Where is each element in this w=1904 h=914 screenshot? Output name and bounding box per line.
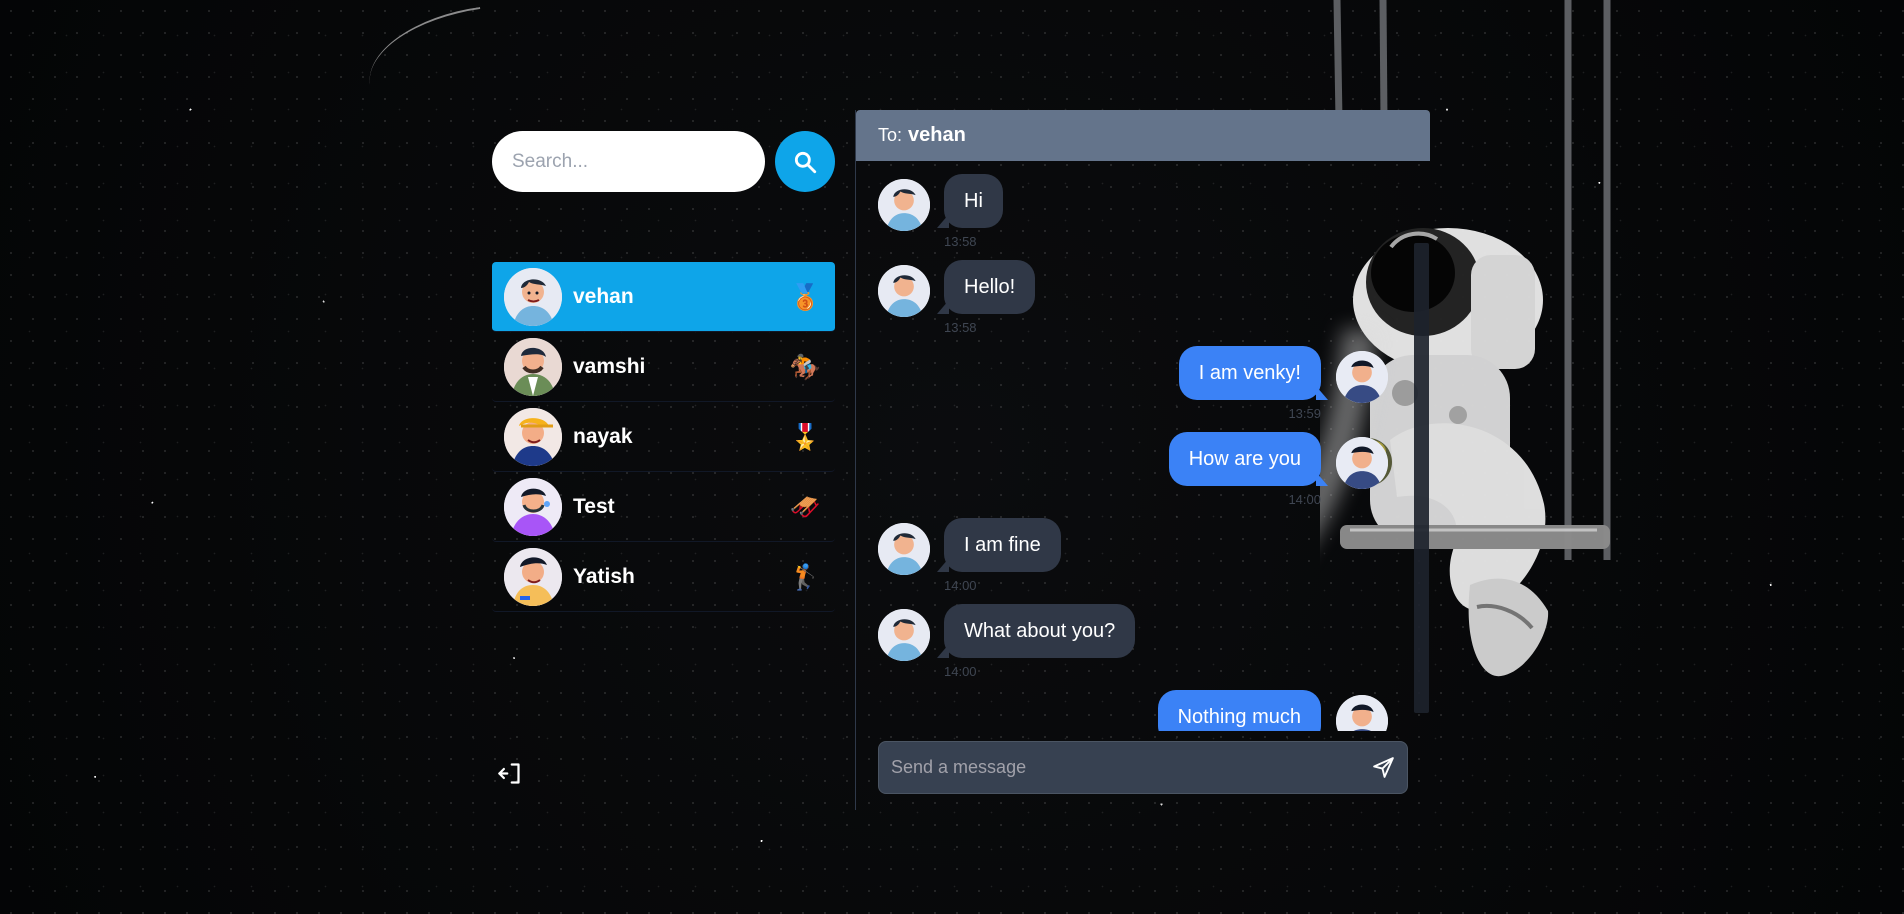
message-time: 14:00 [944,578,977,593]
conversation-name: nayak [573,424,633,448]
message-composer [878,741,1408,794]
message-bubble: What about you? [936,604,1136,658]
message-sent: I am venky! 13:59 [878,346,1388,432]
sender-avatar [878,523,930,575]
search-form [492,131,835,192]
message-received: Hi 13:58 [878,174,1388,260]
chat-header: To: vehan [856,110,1430,161]
person-avatar-icon [504,337,562,396]
send-icon [1372,757,1394,778]
message-time: 13:59 [1288,406,1321,421]
message-input[interactable] [879,742,1359,793]
recipient-name: vehan [908,124,966,146]
message-bubble: Nothing much [1157,690,1329,731]
conversation-list: vehan 🥉 vamshi 🏇 nayak 🎖️ Test 🛷 Yatish … [492,262,835,612]
sender-avatar [1336,351,1388,403]
chat-application: vehan 🥉 vamshi 🏇 [492,110,1430,810]
to-label: To: [878,125,903,145]
person-avatar-icon [1336,695,1388,731]
conversation-vamshi[interactable]: vamshi 🏇 [492,332,835,402]
person-avatar-icon [504,407,562,466]
person-avatar-icon [878,609,930,661]
golfer-icon: 🏌️ [789,562,821,591]
message-sent: Nothing much [878,690,1388,731]
search-input[interactable] [492,131,765,192]
person-avatar-icon [1336,351,1388,403]
search-icon [794,151,817,173]
message-received: I am fine 14:00 [878,518,1388,604]
send-button[interactable] [1359,744,1407,792]
conversation-sidebar: vehan 🥉 vamshi 🏇 [492,110,856,810]
message-time: 14:00 [944,664,977,679]
message-bubble: I am fine [937,518,1061,572]
person-avatar-icon [504,547,562,606]
message-bubble: Hi [937,174,1003,228]
person-avatar-icon [878,523,930,575]
conversation-nayak[interactable]: nayak 🎖️ [492,402,835,472]
message-time: 14:00 [1288,492,1321,507]
messages-list[interactable]: Hi 13:58 Hello! 13:58 I am venky! 13:59 … [856,161,1430,731]
sender-avatar [1336,695,1388,731]
sled-icon: 🛷 [789,492,821,521]
horse-racing-icon: 🏇 [789,352,821,381]
sender-avatar [878,179,930,231]
message-time: 13:58 [944,320,977,335]
message-bubble: Hello! [936,260,1036,314]
sender-avatar [878,265,930,317]
logout-icon [497,762,520,784]
conversation-name: Test [573,494,615,518]
sender-avatar [878,609,930,661]
message-time: 13:58 [944,234,977,249]
sender-avatar [1336,437,1388,489]
message-received: What about you? 14:00 [878,604,1388,690]
logout-button[interactable] [494,758,524,788]
message-sent: How are you 14:00 [878,432,1388,518]
avatar [504,407,562,466]
message-panel: To: vehan Hi 13:58 Hello! 13:58 I am ven… [856,110,1430,810]
message-bubble: How are you [1168,432,1329,486]
conversation-test[interactable]: Test 🛷 [492,472,835,542]
medal-icon: 🥉 [789,282,821,311]
person-avatar-icon [878,179,930,231]
conversation-name: Yatish [573,564,635,588]
avatar [504,477,562,536]
person-avatar-icon [878,265,930,317]
conversation-name: vehan [573,284,634,308]
avatar [504,337,562,396]
conversation-yatish[interactable]: Yatish 🏌️ [492,542,835,612]
conversation-name: vamshi [573,354,646,378]
search-button[interactable] [775,131,835,192]
message-received: Hello! 13:58 [878,260,1388,346]
person-avatar-icon [504,477,562,536]
person-avatar-icon [1336,437,1388,489]
avatar [504,547,562,606]
military-medal-icon: 🎖️ [789,422,821,451]
person-avatar-icon [504,267,562,326]
conversation-vehan[interactable]: vehan 🥉 [492,262,835,332]
message-bubble: I am venky! [1178,346,1329,400]
messages-scrollbar[interactable] [1414,243,1429,713]
avatar [504,267,562,326]
